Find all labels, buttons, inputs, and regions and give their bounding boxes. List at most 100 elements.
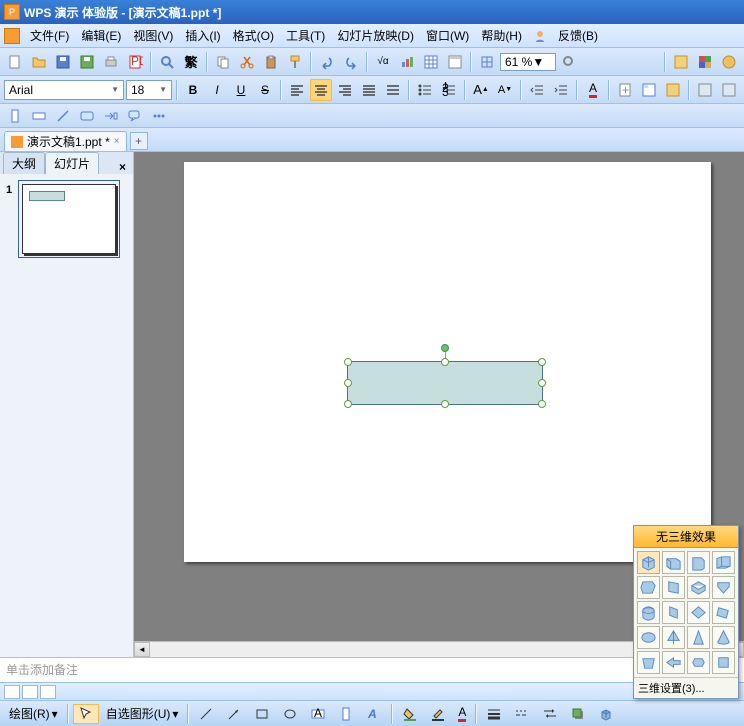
autoshapes-button[interactable]: 自选图形(U)▾ [101,704,184,724]
menu-format[interactable]: 格式(O) [227,25,280,46]
fontsize-combo[interactable]: 18▼ [126,80,172,100]
numbering-button[interactable]: 123 [438,79,460,101]
document-tab[interactable]: 演示文稿1.ppt * × [4,131,127,151]
3d-settings-button[interactable]: 三维设置(3)... [634,677,738,698]
menu-edit[interactable]: 编辑(E) [75,25,127,46]
panel-toggle-2[interactable] [694,51,716,73]
sorter-view-button[interactable] [22,685,38,699]
3d-preset-9[interactable] [637,601,660,624]
table-button[interactable] [420,51,442,73]
slide-design-button[interactable] [662,79,684,101]
open-button[interactable] [28,51,50,73]
tab-slides[interactable]: 幻灯片 [45,152,99,174]
3d-preset-4[interactable] [712,551,735,574]
3d-preset-14[interactable] [662,626,685,649]
print-button[interactable] [100,51,122,73]
3d-preset-11[interactable] [687,601,710,624]
cut-button[interactable] [236,51,258,73]
3d-preset-5[interactable] [637,576,660,599]
align-justify-button[interactable] [358,79,380,101]
preview-button[interactable] [156,51,178,73]
zoom-fit-button[interactable] [558,51,580,73]
close-panel-icon[interactable]: × [115,160,130,174]
panel-toggle-1[interactable] [670,51,692,73]
resize-handle-ne[interactable] [538,358,546,366]
menu-slideshow[interactable]: 幻灯片放映(D) [331,25,420,46]
wordart-tool-button[interactable]: A [361,704,387,724]
increase-font-button[interactable]: A▲ [470,79,492,101]
align-right-button[interactable] [334,79,356,101]
slideshow-view-button[interactable] [40,685,56,699]
menu-file[interactable]: 文件(F) [24,25,75,46]
3d-effects-panel[interactable]: 无三维效果 三维设置(3)... [633,525,739,699]
align-left-button[interactable] [286,79,308,101]
3d-preset-19[interactable] [687,651,710,674]
bold-button[interactable]: B [182,79,204,101]
distribute-button[interactable] [382,79,404,101]
vtext-tool-button[interactable] [333,704,359,724]
3d-preset-10[interactable] [662,601,685,624]
layout-button[interactable] [444,51,466,73]
zoom-combo[interactable]: 61 %▼ [500,53,556,71]
3d-preset-8[interactable] [712,576,735,599]
3d-preset-17[interactable] [637,651,660,674]
line-style-button[interactable] [481,704,507,724]
textbox-tool-button[interactable]: A [305,704,331,724]
slide-layout-button[interactable] [638,79,660,101]
menu-window[interactable]: 窗口(W) [420,25,475,46]
decrease-font-button[interactable]: A▼ [494,79,516,101]
paste-button[interactable] [260,51,282,73]
new-slide-button[interactable]: + [614,79,636,101]
copy-button[interactable] [212,51,234,73]
panel-toggle-3[interactable] [718,51,740,73]
menu-view[interactable]: 视图(V) [127,25,179,46]
3d-preset-7[interactable] [687,576,710,599]
font-color-tool-button[interactable]: A [453,704,471,724]
3d-preset-1[interactable] [637,551,660,574]
dash-style-button[interactable] [509,704,535,724]
extra-1-button[interactable] [694,79,716,101]
scroll-left-button[interactable]: ◄ [134,642,150,657]
pdf-button[interactable]: PDF [124,51,146,73]
underline-button[interactable]: U [230,79,252,101]
outdent-button[interactable] [526,79,548,101]
draw-menu-button[interactable]: 绘图(R)▾ [4,704,63,724]
3d-style-button[interactable] [593,704,619,724]
arrow-tool-button[interactable] [221,704,247,724]
ellipse-tool-button[interactable] [277,704,303,724]
menu-feedback[interactable]: 反馈(B) [552,25,604,46]
rotate-handle[interactable] [441,344,449,352]
chart-button[interactable] [396,51,418,73]
format-painter-button[interactable] [284,51,306,73]
rounded-rect-button[interactable] [76,105,98,127]
undo-button[interactable] [316,51,338,73]
add-tab-button[interactable]: + [130,132,148,150]
align-center-button[interactable] [310,79,332,101]
select-tool-button[interactable] [73,704,99,724]
font-combo[interactable]: Arial▼ [4,80,124,100]
indent-button[interactable] [550,79,572,101]
resize-handle-sw[interactable] [344,400,352,408]
line-color-button[interactable] [425,704,451,724]
close-tab-icon[interactable]: × [114,136,120,147]
normal-view-button[interactable] [4,685,20,699]
new-button[interactable] [4,51,26,73]
line-tool-button[interactable] [193,704,219,724]
saveas-button[interactable] [76,51,98,73]
arrow-shape-button[interactable] [100,105,122,127]
tab-outline[interactable]: 大纲 [3,152,45,174]
resize-handle-n[interactable] [441,358,449,366]
line-button[interactable] [52,105,74,127]
equation-button[interactable]: √α [372,51,394,73]
grid-button[interactable] [476,51,498,73]
strike-button[interactable]: S [254,79,276,101]
textbox-vert-button[interactable] [4,105,26,127]
redo-button[interactable] [340,51,362,73]
3d-preset-13[interactable] [637,626,660,649]
3d-preset-6[interactable] [662,576,685,599]
callout-button[interactable] [124,105,146,127]
3d-preset-20[interactable] [712,651,735,674]
resize-handle-nw[interactable] [344,358,352,366]
shape-more-button[interactable] [148,105,170,127]
resize-handle-s[interactable] [441,400,449,408]
